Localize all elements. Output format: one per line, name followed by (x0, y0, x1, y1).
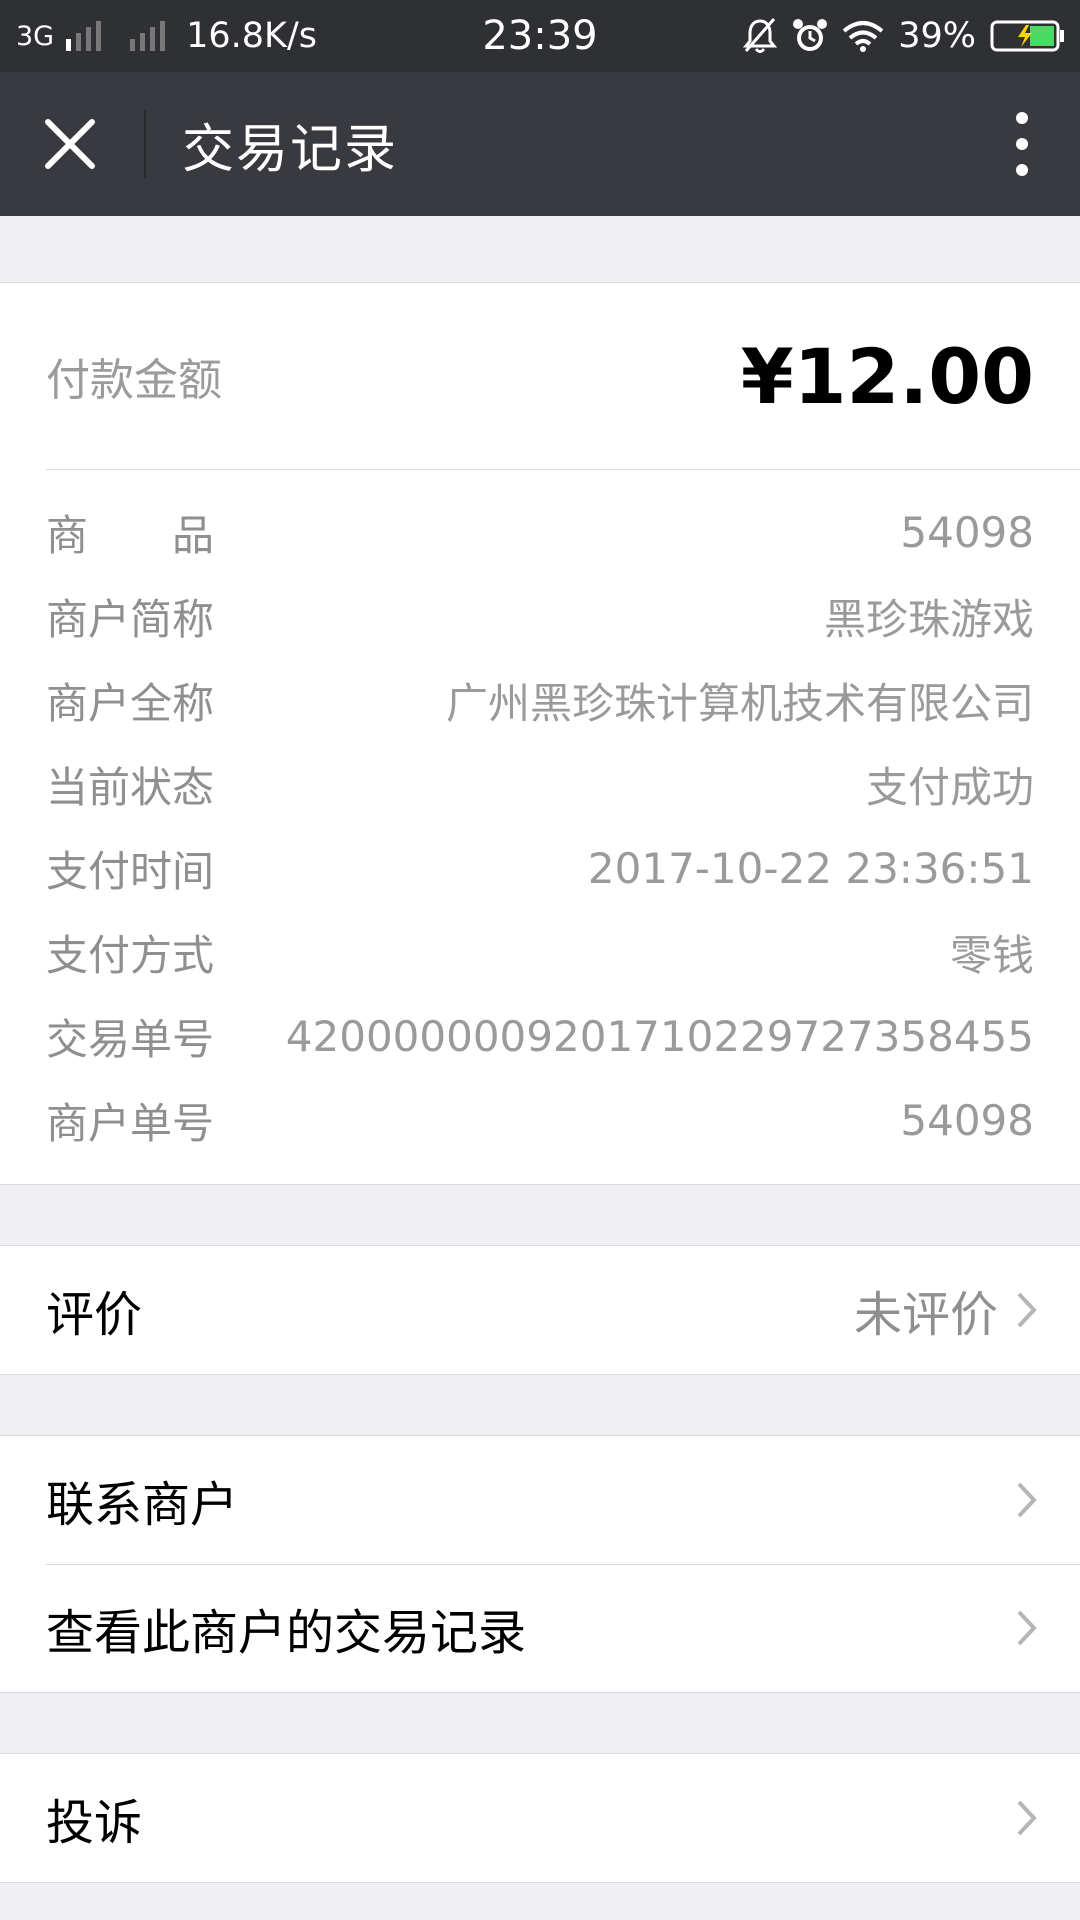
section-gap (0, 1693, 1080, 1753)
status-bar: 3G 16.8K/s 23:39 39% (0, 0, 1080, 72)
nav-bar: 交易记录 (0, 72, 1080, 216)
detail-label: 商户单号 (46, 1098, 215, 1148)
complaint-card: 投诉 (0, 1753, 1080, 1883)
detail-row-merchant-order: 商户单号 54098 (46, 1078, 1034, 1162)
detail-value: 零钱 (949, 930, 1034, 980)
rating-value: 未评价 (853, 1287, 998, 1343)
battery-percent: 39% (898, 16, 976, 56)
page-title: 交易记录 (182, 119, 399, 180)
detail-label: 支付方式 (46, 930, 215, 980)
close-icon (45, 119, 95, 169)
detail-value: 广州黑珍珠计算机技术有限公司 (445, 678, 1034, 728)
status-right: 39% (742, 0, 1066, 72)
detail-label: 商户简称 (46, 594, 215, 644)
contact-merchant-label: 联系商户 (46, 1477, 239, 1533)
rating-row[interactable]: 评价 未评价 (0, 1246, 1080, 1374)
detail-row-pay-time: 支付时间 2017-10-22 23:36:51 (46, 826, 1034, 910)
close-button[interactable] (40, 114, 100, 174)
detail-row-transaction-id: 交易单号 4200000009201710229727358455 (46, 994, 1034, 1078)
detail-row-merchant-short: 商户简称 黑珍珠游戏 (46, 574, 1034, 658)
section-gap (0, 1185, 1080, 1245)
detail-label: 支付时间 (46, 846, 215, 896)
chevron-right-icon (1017, 1800, 1037, 1836)
detail-value: 54098 (900, 507, 1034, 557)
detail-label: 交易单号 (46, 1014, 215, 1064)
nav-divider (144, 110, 146, 178)
battery-charging-icon (990, 19, 1066, 53)
detail-list: 商 品 54098 商户简称 黑珍珠游戏 商户全称 广州黑珍珠计算机技术有限公司… (0, 470, 1080, 1184)
rating-status: 未评价 (854, 1275, 1038, 1345)
alarm-icon (792, 17, 828, 55)
bell-off-icon (742, 17, 778, 55)
detail-value: 2017-10-22 23:36:51 (587, 843, 1034, 893)
detail-row-status: 当前状态 支付成功 (46, 742, 1034, 826)
detail-label: 当前状态 (46, 762, 215, 812)
payment-card: 付款金额 ¥12.00 商 品 54098 商户简称 黑珍珠游戏 商户全称 广州… (0, 282, 1080, 1185)
complaint-label: 投诉 (46, 1795, 143, 1851)
complaint-row[interactable]: 投诉 (0, 1754, 1080, 1882)
detail-label: 商 品 (46, 510, 215, 560)
merchant-records-label: 查看此商户的交易记录 (46, 1605, 527, 1661)
section-gap (0, 216, 1080, 282)
more-vertical-icon (1016, 112, 1028, 176)
merchant-records-row[interactable]: 查看此商户的交易记录 (0, 1564, 1080, 1692)
detail-row-pay-method: 支付方式 零钱 (46, 910, 1034, 994)
contact-merchant-row[interactable]: 联系商户 (0, 1436, 1080, 1564)
rating-label: 评价 (46, 1287, 143, 1343)
detail-row-product: 商 品 54098 (46, 490, 1034, 574)
chevron-right-icon (1017, 1292, 1037, 1328)
chevron-right-icon (1017, 1482, 1037, 1518)
amount-label: 付款金额 (46, 355, 222, 406)
rating-card: 评价 未评价 (0, 1245, 1080, 1375)
detail-row-merchant-full: 商户全称 广州黑珍珠计算机技术有限公司 (46, 658, 1034, 742)
detail-value: 54098 (900, 1095, 1034, 1145)
detail-label: 商户全称 (46, 678, 215, 728)
detail-value: 黑珍珠游戏 (823, 594, 1034, 644)
more-button[interactable] (992, 104, 1052, 184)
chevron-right-icon (1017, 1610, 1037, 1646)
merchant-card: 联系商户 查看此商户的交易记录 (0, 1435, 1080, 1693)
detail-value: 支付成功 (865, 762, 1034, 812)
wifi-icon (842, 19, 884, 53)
detail-value: 4200000009201710229727358455 (285, 1011, 1034, 1061)
section-gap (0, 1375, 1080, 1435)
amount-row: 付款金额 ¥12.00 (46, 283, 1080, 470)
amount-value: ¥12.00 (740, 331, 1034, 421)
